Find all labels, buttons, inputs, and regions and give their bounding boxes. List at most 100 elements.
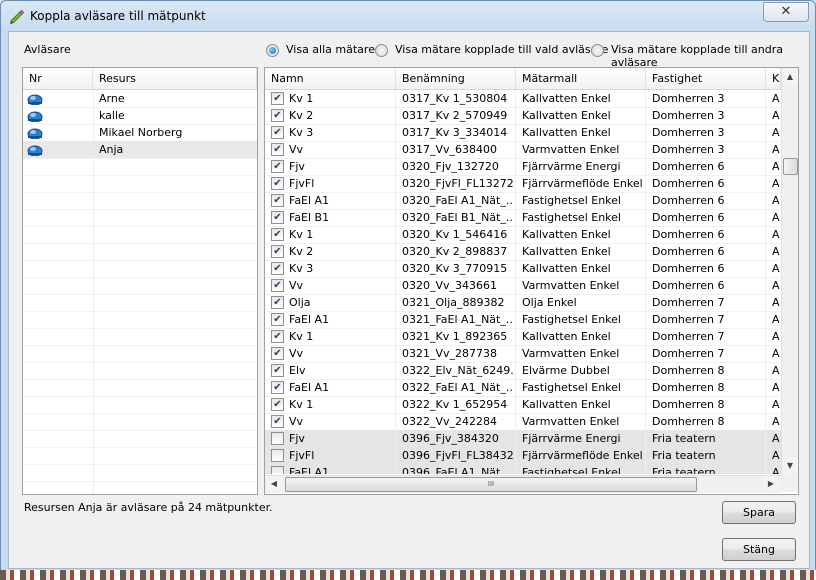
- window-title: Koppla avläsare till mätpunkt: [30, 9, 206, 23]
- close-button[interactable]: Stäng: [722, 538, 796, 561]
- checked-checkbox[interactable]: ✔: [271, 143, 284, 156]
- scroll-down-icon[interactable]: ▼: [782, 458, 798, 474]
- save-button[interactable]: Spara: [722, 501, 796, 524]
- col-header-resurs[interactable]: Resurs: [93, 68, 257, 90]
- checked-checkbox[interactable]: ✔: [271, 279, 284, 292]
- meter-row[interactable]: ✔ FaEl A1 0322_FaEl A1_Nät_... Fastighetsel…: [265, 379, 781, 397]
- cell-benamning: 0322_Vv_242284: [402, 415, 498, 428]
- col-header-fastighet[interactable]: Fastighet: [646, 68, 766, 90]
- checked-checkbox[interactable]: ✔: [271, 109, 284, 122]
- empty-row: [23, 192, 257, 210]
- checked-checkbox[interactable]: ✔: [271, 92, 284, 105]
- reader-list[interactable]: Nr Resurs Arne kalle Mikael Norberg Anja: [22, 67, 258, 495]
- col-header-k[interactable]: K: [766, 68, 781, 90]
- checked-checkbox[interactable]: ✔: [271, 211, 284, 224]
- checked-checkbox[interactable]: ✔: [271, 245, 284, 258]
- checked-checkbox[interactable]: ✔: [271, 415, 284, 428]
- meter-row[interactable]: ✔ Kv 2 0320_Kv 2_898837 Kallvatten Enkel Dom…: [265, 243, 781, 261]
- vertical-scrollbar[interactable]: ▲ ▼: [781, 68, 798, 475]
- cell-fastighet: Domherren 3: [652, 126, 725, 139]
- cell-namn: Vv: [289, 415, 304, 428]
- scroll-up-icon[interactable]: ▲: [782, 69, 798, 85]
- cell-benamning: 0396_FjvFl_FL384320: [402, 449, 514, 462]
- meter-row[interactable]: ✔ Kv 2 0317_Kv 2_570949 Kallvatten Enkel Dom…: [265, 107, 781, 125]
- checked-checkbox[interactable]: ✔: [271, 364, 284, 377]
- scroll-left-icon[interactable]: ◀: [266, 476, 282, 492]
- checked-checkbox[interactable]: ✔: [271, 398, 284, 411]
- col-header-matarmall[interactable]: Mätarmall: [516, 68, 646, 90]
- checked-checkbox[interactable]: ✔: [271, 177, 284, 190]
- meter-row[interactable]: ✔ Kv 1 0317_Kv 1_530804 Kallvatten Enkel Dom…: [265, 90, 781, 108]
- meter-row[interactable]: ✔ Vv 0317_Vv_638400 Varmvatten Enkel Domherr…: [265, 141, 781, 159]
- meter-row[interactable]: ✔ Kv 1 0320_Kv 1_546416 Kallvatten Enkel Dom…: [265, 226, 781, 244]
- checked-checkbox[interactable]: ✔: [271, 160, 284, 173]
- meter-row[interactable]: ✔ Kv 3 0320_Kv 3_770915 Kallvatten Enkel Dom…: [265, 260, 781, 278]
- reader-row[interactable]: Arne: [23, 90, 257, 108]
- meter-row[interactable]: FaEl A1 0396_FaEl A1_Nät_... Fastighetsel …: [265, 464, 781, 474]
- meter-row[interactable]: Fjv 0396_Fjv_384320 Fjärrvärme Energi Fria …: [265, 430, 781, 448]
- horizontal-scroll-thumb[interactable]: III: [285, 477, 697, 492]
- reader-row[interactable]: Mikael Norberg: [23, 124, 257, 142]
- horizontal-scrollbar[interactable]: ◀ III ▶: [265, 475, 781, 493]
- cell-fastighet: Domherren 7: [652, 330, 725, 343]
- empty-row: [23, 158, 257, 176]
- vertical-scroll-thumb[interactable]: [783, 158, 798, 175]
- cell-matarmall: Varmvatten Enkel: [522, 143, 620, 156]
- cell-k: A: [772, 194, 780, 207]
- cell-namn: FaEl A1: [289, 313, 330, 326]
- meter-row[interactable]: ✔ Kv 1 0321_Kv 1_892365 Kallvatten Enkel Dom…: [265, 328, 781, 346]
- meter-row[interactable]: ✔ Kv 3 0317_Kv 3_334014 Kallvatten Enkel Dom…: [265, 124, 781, 142]
- meter-row[interactable]: ✔ FjvFl 0320_FjvFl_FL132720 Fjärrvärmeflöde…: [265, 175, 781, 193]
- meter-row[interactable]: ✔ Vv 0322_Vv_242284 Varmvatten Enkel Domherr…: [265, 413, 781, 431]
- meter-row[interactable]: FjvFl 0396_FjvFl_FL384320 Fjärrvärmeflöde …: [265, 447, 781, 465]
- meter-row[interactable]: ✔ Fjv 0320_Fjv_132720 Fjärrvärme Energi Domh…: [265, 158, 781, 176]
- col-header-nr[interactable]: Nr: [23, 68, 93, 90]
- meter-row[interactable]: ✔ Vv 0321_Vv_287738 Varmvatten Enkel Domherr…: [265, 345, 781, 363]
- cell-benamning: 0320_FaEl A1_Nät_...: [402, 194, 514, 207]
- reader-row[interactable]: kalle: [23, 107, 257, 125]
- pencil-icon: [10, 9, 25, 24]
- radio-all-icon: [266, 44, 279, 57]
- cell-fastighet: Domherren 8: [652, 415, 725, 428]
- empty-row: [23, 379, 257, 397]
- meter-row[interactable]: ✔ Elv 0322_Elv_Nät_6249... Elvärme Dubbel Do…: [265, 362, 781, 380]
- checked-checkbox[interactable]: ✔: [271, 381, 284, 394]
- meter-row[interactable]: ✔ FaEl A1 0320_FaEl A1_Nät_... Fastighetsel…: [265, 192, 781, 210]
- cell-matarmall: Fastighetsel Enkel: [522, 466, 621, 474]
- unchecked-checkbox[interactable]: [271, 432, 284, 445]
- meter-row[interactable]: ✔ FaEl B1 0320_FaEl B1_Nät_... Fastighetsel…: [265, 209, 781, 227]
- cell-fastighet: Domherren 3: [652, 92, 725, 105]
- checked-checkbox[interactable]: ✔: [271, 228, 284, 241]
- cell-fastighet: Domherren 6: [652, 211, 725, 224]
- checked-checkbox[interactable]: ✔: [271, 330, 284, 343]
- checked-checkbox[interactable]: ✔: [271, 126, 284, 139]
- checked-checkbox[interactable]: ✔: [271, 313, 284, 326]
- col-header-namn[interactable]: Namn: [265, 68, 396, 90]
- col-header-benamning[interactable]: Benämning: [396, 68, 516, 90]
- scroll-right-icon[interactable]: ▶: [763, 476, 779, 492]
- cell-benamning: 0317_Vv_638400: [402, 143, 498, 156]
- cell-matarmall: Varmvatten Enkel: [522, 347, 620, 360]
- cell-fastighet: Fria teatern: [652, 466, 716, 474]
- cell-benamning: 0320_Fjv_132720: [402, 160, 499, 173]
- reader-row[interactable]: Anja: [23, 141, 257, 159]
- cell-benamning: 0321_FaEl A1_Nät_...: [402, 313, 514, 326]
- cell-matarmall: Kallvatten Enkel: [522, 126, 611, 139]
- empty-row: [23, 311, 257, 329]
- checked-checkbox[interactable]: ✔: [271, 347, 284, 360]
- meter-row[interactable]: ✔ Kv 1 0322_Kv 1_652954 Kallvatten Enkel Dom…: [265, 396, 781, 414]
- cell-fastighet: Domherren 6: [652, 228, 725, 241]
- unchecked-checkbox[interactable]: [271, 466, 284, 474]
- cell-fastighet: Domherren 3: [652, 109, 725, 122]
- column-divider: [765, 90, 766, 474]
- checked-checkbox[interactable]: ✔: [271, 296, 284, 309]
- unchecked-checkbox[interactable]: [271, 449, 284, 462]
- meter-row[interactable]: ✔ Vv 0320_Vv_343661 Varmvatten Enkel Domherr…: [265, 277, 781, 295]
- meter-grid[interactable]: Namn Benämning Mätarmall Fastighet K ✔ Kv…: [264, 67, 799, 495]
- taskbar-strip: [0, 570, 816, 580]
- close-window-button[interactable]: ✕: [763, 2, 809, 22]
- meter-row[interactable]: ✔ FaEl A1 0321_FaEl A1_Nät_... Fastighetsel…: [265, 311, 781, 329]
- checked-checkbox[interactable]: ✔: [271, 262, 284, 275]
- meter-row[interactable]: ✔ Olja 0321_Olja_889382 Olja Enkel Domherren…: [265, 294, 781, 312]
- checked-checkbox[interactable]: ✔: [271, 194, 284, 207]
